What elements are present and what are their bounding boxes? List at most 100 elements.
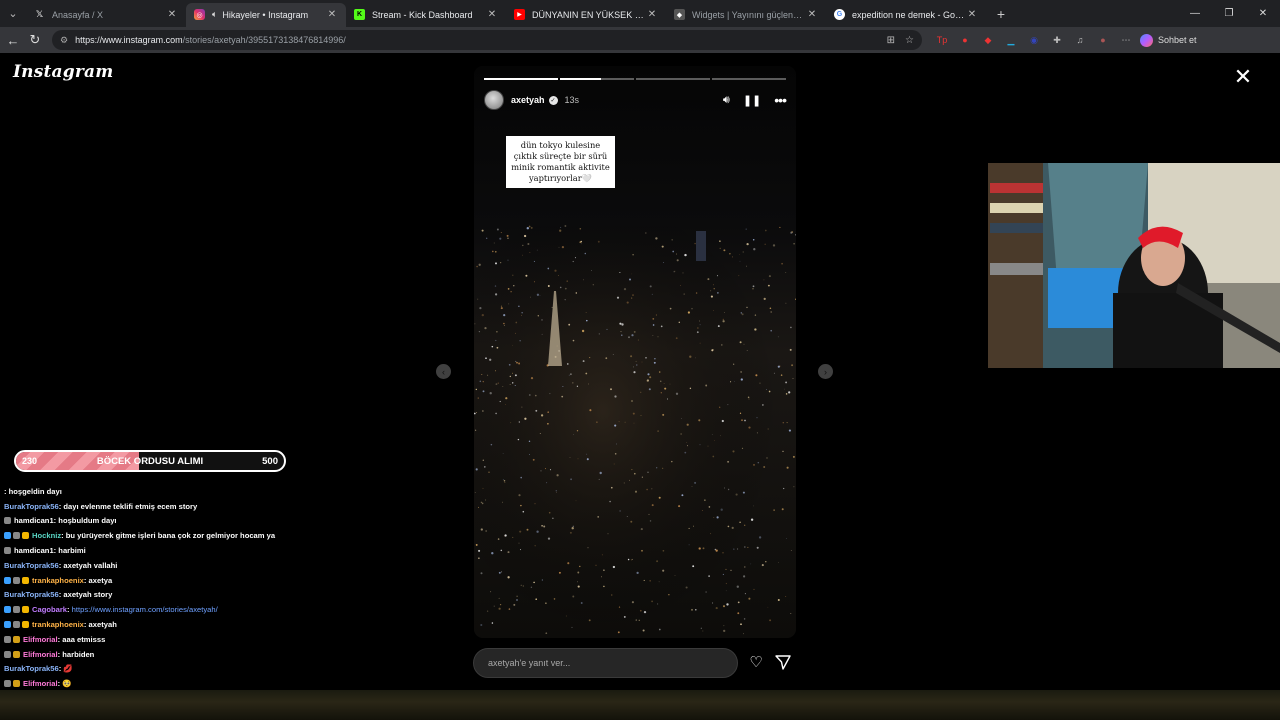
story-caption: dün tokyo kulesine çıktık süreçte bir sü… <box>506 136 615 188</box>
site-info-icon[interactable]: ⚙︎ <box>60 35 68 46</box>
copilot-icon <box>1140 33 1153 47</box>
chat-badge-icon <box>13 635 20 643</box>
widgets-icon: ◆ <box>674 9 685 20</box>
chat-text: : aaa etmisss <box>57 634 106 644</box>
youtube-icon: ▶ <box>514 9 525 20</box>
chat-username[interactable]: hamdican1 <box>14 546 54 555</box>
url-path: /stories/axetyah/3955173138476814996/ <box>182 35 346 45</box>
chat-badge-icon <box>4 576 11 584</box>
pause-icon[interactable]: ❚❚ <box>743 94 761 107</box>
tab-kick[interactable]: K Stream - Kick Dashboard ✕ <box>346 3 506 27</box>
extension-line-icon[interactable]: ▁ <box>1005 35 1017 46</box>
like-heart-icon[interactable]: ♡ <box>747 654 765 672</box>
reload-button[interactable]: ↻ <box>24 32 46 48</box>
tab-title: Hikayeler • Instagram <box>222 9 309 20</box>
chat-username[interactable]: BurakToprak56 <box>4 502 59 511</box>
install-app-icon[interactable]: ⊞ <box>887 35 895 46</box>
chat-link[interactable]: https://www.instagram.com/stories/axetya… <box>72 605 218 614</box>
previous-story-icon[interactable]: ‹ <box>436 364 451 379</box>
menu-dots-icon[interactable]: ⋯ <box>1120 35 1132 46</box>
extension-globe-icon[interactable]: ◉ <box>1028 35 1040 46</box>
chat-badge-icon <box>4 606 11 614</box>
minimize-icon[interactable]: — <box>1178 8 1212 19</box>
back-button[interactable]: ← <box>2 33 24 48</box>
tab-widgets[interactable]: ◆ Widgets | Yayınını güçlendirmek ✕ <box>666 3 826 27</box>
tab-x[interactable]: 𝕏 Anasayfa / X ✕ <box>26 3 186 27</box>
more-options-icon[interactable]: ••• <box>774 92 787 108</box>
chat-message: : hoşgeldin dayı <box>4 484 334 499</box>
media-control-icon[interactable]: ♫ <box>1074 35 1086 45</box>
tab-title: DÜNYANIN EN YÜKSEK OTELİNDE <box>532 9 646 20</box>
copilot-chat-button[interactable]: Sohbet et <box>1140 33 1197 47</box>
kick-icon: K <box>354 9 365 20</box>
extension-red-icon[interactable]: ● <box>959 35 971 45</box>
chat-username[interactable]: Elifmorial <box>23 679 58 688</box>
extensions-puzzle-icon[interactable]: ✚ <box>1051 35 1063 46</box>
address-bar-row: ← ↻ ⚙︎ https://www.instagram.com/stories… <box>0 27 1280 53</box>
progress-segment <box>712 78 786 80</box>
chat-message: Elifmorial: 🥺 <box>4 676 334 691</box>
close-window-icon[interactable]: ✕ <box>1246 8 1280 19</box>
close-tab-icon[interactable]: ✕ <box>326 9 338 20</box>
chat-badges <box>4 635 20 643</box>
tab-instagram[interactable]: ◎ 🔈︎ Hikayeler • Instagram ✕ <box>186 2 346 27</box>
profile-avatar-icon[interactable]: ● <box>1097 35 1109 45</box>
chat-username[interactable]: trankaphoenix <box>32 576 84 585</box>
tab-title: expedition ne demek - Google'da <box>852 9 966 20</box>
close-story-icon[interactable]: ✕ <box>1232 66 1254 88</box>
volume-icon[interactable]: 🔊︎ <box>723 94 730 107</box>
chat-message: BurakToprak56: axetyah story <box>4 588 334 603</box>
chat-message: Cagobark: https://www.instagram.com/stor… <box>4 602 334 617</box>
chat-badge-icon <box>4 621 11 629</box>
chat-username[interactable]: BurakToprak56 <box>4 664 59 673</box>
tab-google[interactable]: G expedition ne demek - Google'da ✕ <box>826 3 986 27</box>
chat-badge-icon <box>13 621 20 629</box>
browser-tab-bar: ⌄ 𝕏 Anasayfa / X ✕ ◎ 🔈︎ Hikayeler • Inst… <box>0 0 1280 27</box>
instagram-logo[interactable]: Instagram <box>13 62 113 82</box>
chat-badges <box>4 547 11 555</box>
chat-badge-icon <box>4 517 11 525</box>
bookmark-star-icon[interactable]: ☆ <box>905 35 914 46</box>
chat-badge-icon <box>4 650 11 658</box>
reply-input[interactable]: axetyah'e yanıt ver... <box>473 648 738 678</box>
chat-badge-icon <box>4 635 11 643</box>
chat-badges <box>4 650 20 658</box>
restore-icon[interactable]: ❐ <box>1212 8 1246 19</box>
chat-message: hamdican1: hoşbuldum dayı <box>4 514 334 529</box>
chat-badge-icon <box>22 621 29 629</box>
speaker-icon[interactable]: 🔈︎ <box>212 9 217 20</box>
new-tab-button[interactable]: + <box>990 6 1012 22</box>
extension-tp-icon[interactable]: Tp <box>936 35 948 45</box>
share-send-icon[interactable] <box>774 654 792 672</box>
tab-search-button[interactable]: ⌄ <box>0 0 26 27</box>
url-field[interactable]: ⚙︎ https://www.instagram.com/stories/axe… <box>52 30 922 50</box>
chat-badge-icon <box>4 532 11 540</box>
tab-youtube[interactable]: ▶ DÜNYANIN EN YÜKSEK OTELİNDE ✕ <box>506 3 666 27</box>
window-controls: — ❐ ✕ <box>1178 8 1280 19</box>
chat-username[interactable]: Hockniz <box>32 531 61 540</box>
chat-username[interactable]: BurakToprak56 <box>4 590 59 599</box>
story-card[interactable]: axetyah ✓ 13s 🔊︎ ❚❚ ••• dün tokyo kulesi… <box>474 66 796 638</box>
chat-badges <box>4 621 29 629</box>
next-story-icon[interactable]: › <box>818 364 833 379</box>
close-tab-icon[interactable]: ✕ <box>966 9 978 20</box>
chat-username[interactable]: hamdican1 <box>14 516 54 525</box>
avatar[interactable] <box>484 90 504 110</box>
close-tab-icon[interactable]: ✕ <box>646 9 658 20</box>
extension-shield-icon[interactable]: ◆ <box>982 35 994 46</box>
chat-username[interactable]: Elifmorial <box>23 650 58 659</box>
chat-username[interactable]: BurakToprak56 <box>4 561 59 570</box>
progress-segment <box>560 78 634 80</box>
goal-title: BÖCEK ORDUSU ALIMI <box>96 455 204 467</box>
chat-username[interactable]: trankaphoenix <box>32 620 84 629</box>
close-tab-icon[interactable]: ✕ <box>806 9 818 20</box>
close-tab-icon[interactable]: ✕ <box>166 9 178 20</box>
chat-text: : 🥺 <box>57 679 72 689</box>
chat-message: Elifmorial: harbiden <box>4 647 334 662</box>
chat-text: : bu yürüyerek gitme işleri bana çok zor… <box>61 531 276 541</box>
chat-username[interactable]: Elifmorial <box>23 635 58 644</box>
chat-username[interactable]: Cagobark <box>32 605 67 614</box>
story-username[interactable]: axetyah <box>511 95 545 105</box>
close-tab-icon[interactable]: ✕ <box>486 9 498 20</box>
chat-badge-icon <box>22 606 29 614</box>
